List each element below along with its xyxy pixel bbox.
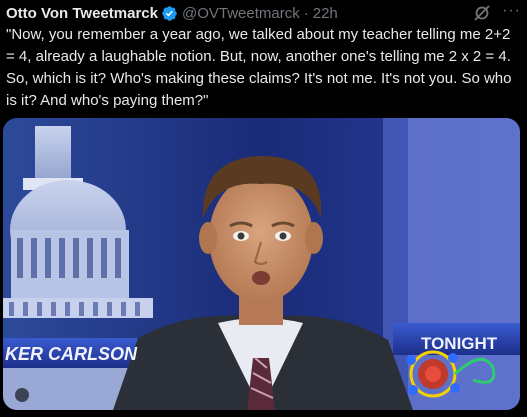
gif-badge-icon[interactable] — [15, 388, 29, 402]
tweet-text: "Now, you remember a year ago, we talked… — [6, 26, 512, 109]
news-broadcast-image — [3, 118, 520, 410]
author-handle[interactable]: @OVTweetmarck — [182, 5, 300, 22]
nameplate-text: KER CARLSON — [5, 344, 138, 364]
tweet-timestamp[interactable]: 22h — [313, 5, 338, 22]
more-icon[interactable]: ··· — [502, 2, 521, 20]
show-title-text: TONIGHT — [421, 334, 498, 353]
author-name[interactable]: Otto Von Tweetmarck — [6, 5, 158, 22]
tweet-header: Otto Von Tweetmarck @OVTweetmarck · 22h … — [6, 2, 521, 24]
verified-badge-icon — [161, 5, 178, 22]
separator-dot: · — [303, 4, 309, 22]
grok-icon[interactable] — [473, 5, 491, 21]
tweet-media[interactable]: KER CARLSON TONIGHT — [3, 118, 520, 410]
